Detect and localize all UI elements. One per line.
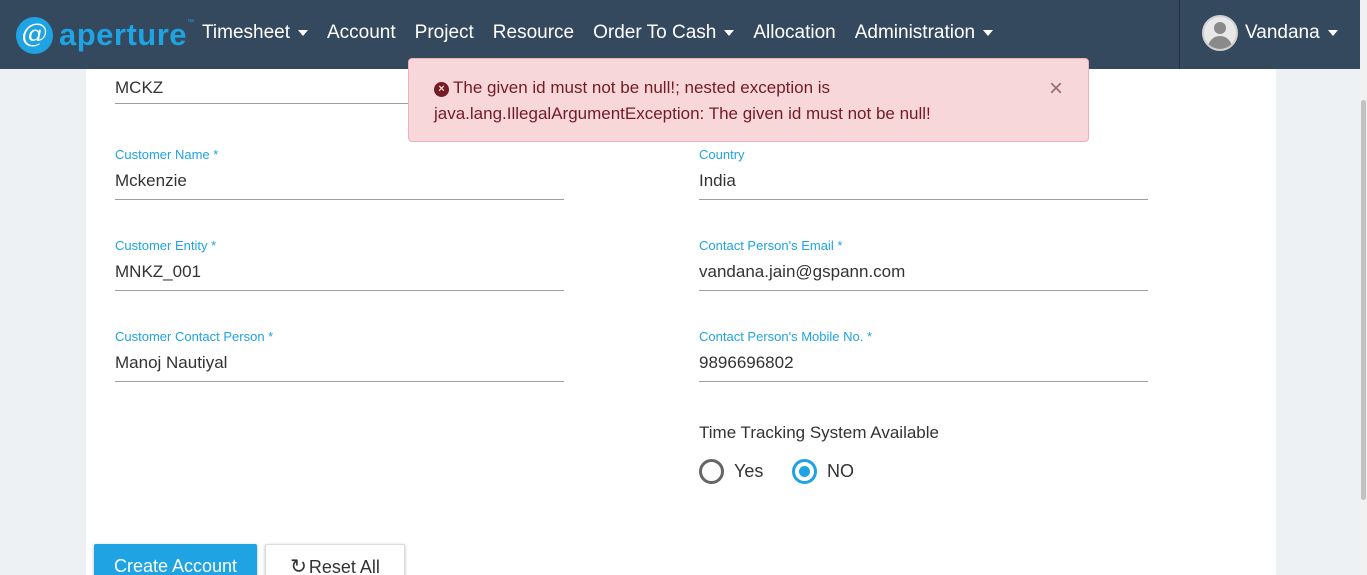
- contact-email-input[interactable]: vandana.jain@gspann.com: [699, 254, 1148, 291]
- refresh-icon: ↻: [290, 556, 307, 575]
- brand-logo[interactable]: @ aperture ™: [16, 15, 194, 55]
- reset-all-label: Reset All: [308, 557, 380, 575]
- customer-name-input[interactable]: Mckenzie: [115, 163, 564, 200]
- time-tracking-no-radio[interactable]: NO: [792, 459, 854, 484]
- nav-timesheet[interactable]: Timesheet: [202, 22, 308, 44]
- caret-down-icon: [1327, 30, 1338, 36]
- contact-person-field[interactable]: Customer Contact Person * Manoj Nautiyal: [115, 329, 564, 382]
- customer-name-label: Customer Name *: [115, 147, 219, 162]
- nav-resource-label: Resource: [492, 22, 575, 43]
- nav-project-label: Project: [414, 22, 474, 43]
- main-nav: Timesheet Account Project Resource Order…: [202, 20, 1012, 46]
- nav-resource[interactable]: Resource: [493, 22, 574, 44]
- country-input[interactable]: India: [699, 163, 1148, 200]
- brand-name: aperture: [59, 17, 188, 52]
- user-avatar-icon: [1202, 15, 1238, 51]
- customer-name-field[interactable]: Customer Name * Mckenzie: [115, 147, 564, 200]
- contact-mobile-field[interactable]: Contact Person's Mobile No. * 9896696802: [699, 329, 1148, 382]
- user-name: Vandana: [1245, 22, 1320, 43]
- nav-account-label: Account: [327, 22, 396, 43]
- time-tracking-yes-radio[interactable]: Yes: [699, 459, 763, 484]
- contact-person-input[interactable]: Manoj Nautiyal: [115, 345, 564, 382]
- customer-entity-input[interactable]: MNKZ_001: [115, 254, 564, 291]
- nav-divider: [1179, 0, 1180, 69]
- aperture-logo-icon: @: [16, 16, 53, 54]
- customer-entity-field[interactable]: Customer Entity * MNKZ_001: [115, 238, 564, 291]
- alert-message: The given id must not be null!; nested e…: [434, 78, 931, 123]
- caret-down-icon: [983, 30, 994, 36]
- time-tracking-label: Time Tracking System Available: [699, 423, 939, 442]
- nav-allocation[interactable]: Allocation: [753, 22, 835, 44]
- time-tracking-no-label: NO: [827, 461, 854, 481]
- scrollbar-thumb[interactable]: [1361, 100, 1366, 500]
- page-scrollbar[interactable]: [1360, 0, 1367, 575]
- nav-administration[interactable]: Administration: [854, 22, 994, 44]
- radio-checked-icon: [792, 459, 817, 484]
- customer-entity-label: Customer Entity *: [115, 238, 217, 253]
- nav-account[interactable]: Account: [327, 22, 396, 44]
- caret-down-icon: [298, 30, 308, 36]
- account-form-card: [86, 69, 1276, 575]
- reset-all-button[interactable]: ↻ Reset All: [265, 544, 405, 575]
- caret-down-icon: [724, 30, 735, 36]
- brand-trademark: ™: [187, 19, 195, 26]
- country-label: Country: [699, 147, 745, 162]
- nav-timesheet-label: Timesheet: [202, 22, 290, 43]
- error-circle-icon: ×: [434, 82, 449, 97]
- error-alert: × The given id must not be null!; nested …: [408, 58, 1089, 142]
- radio-unchecked-icon: [699, 459, 724, 484]
- contact-email-field[interactable]: Contact Person's Email * vandana.jain@gs…: [699, 238, 1148, 291]
- contact-mobile-label: Contact Person's Mobile No. *: [699, 329, 873, 344]
- contact-person-label: Customer Contact Person *: [115, 329, 274, 344]
- nav-order-to-cash[interactable]: Order To Cash: [593, 22, 735, 44]
- nav-order-to-cash-label: Order To Cash: [593, 22, 717, 43]
- nav-administration-label: Administration: [854, 22, 976, 43]
- contact-email-label: Contact Person's Email *: [699, 238, 843, 253]
- nav-project[interactable]: Project: [415, 22, 474, 44]
- nav-allocation-label: Allocation: [753, 22, 836, 43]
- create-account-button[interactable]: Create Account: [94, 544, 257, 575]
- contact-mobile-input[interactable]: 9896696802: [699, 345, 1148, 382]
- time-tracking-yes-label: Yes: [734, 461, 764, 481]
- user-menu[interactable]: Vandana: [1202, 15, 1338, 51]
- country-field[interactable]: Country India: [699, 147, 1148, 200]
- close-icon[interactable]: ×: [1049, 77, 1063, 101]
